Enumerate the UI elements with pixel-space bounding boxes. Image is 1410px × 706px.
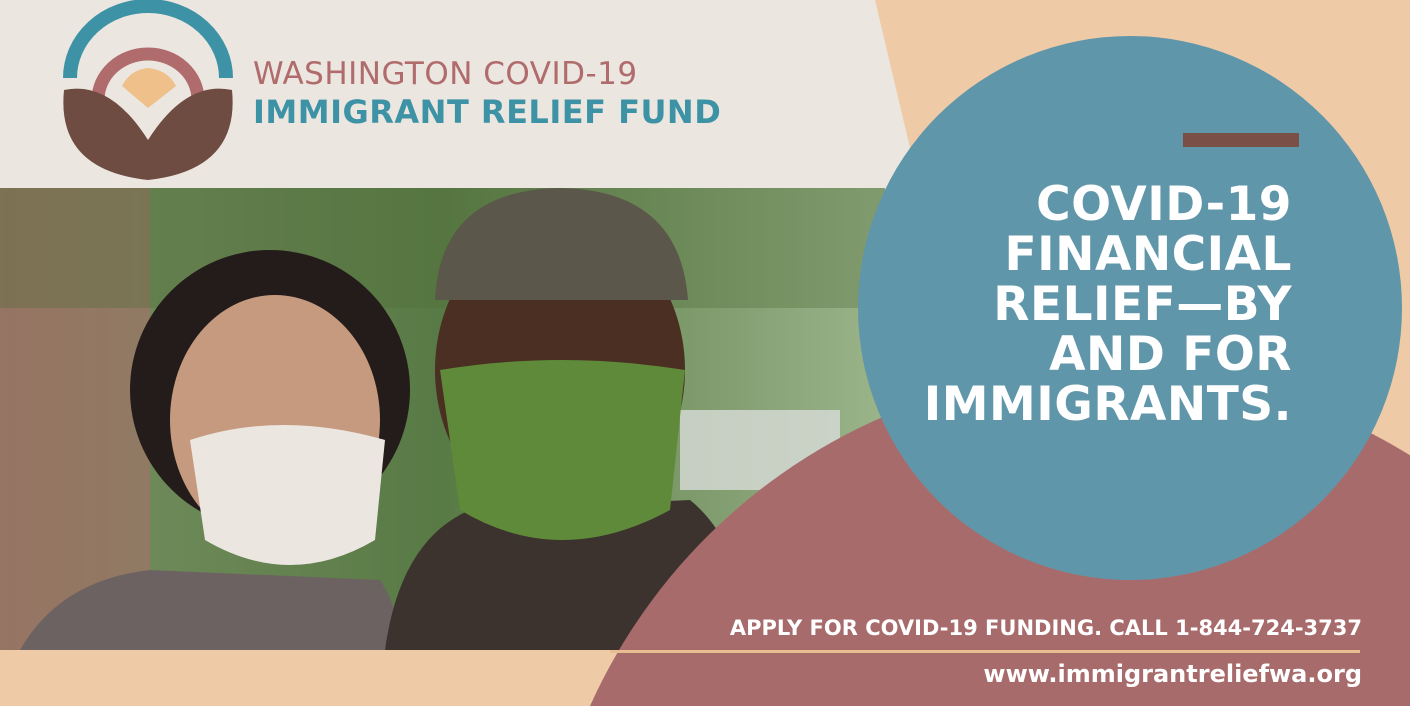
logo-title-line1: WASHINGTON COVID-19 <box>253 56 638 92</box>
headline-line: RELIEF—BY <box>993 277 1292 332</box>
accent-bar <box>1183 133 1299 147</box>
website-link[interactable]: www.immigrantreliefwa.org <box>983 660 1362 688</box>
apply-call-text: APPLY FOR COVID-19 FUNDING. CALL 1-844-7… <box>729 616 1362 640</box>
headline-line: FINANCIAL <box>1004 227 1292 282</box>
headline: COVID-19 FINANCIAL RELIEF—BY AND FOR IMM… <box>924 180 1292 430</box>
headline-line: AND FOR <box>1049 327 1292 382</box>
headline-line: IMMIGRANTS. <box>923 377 1292 432</box>
divider-line <box>610 650 1360 653</box>
peach-strip <box>0 650 600 706</box>
logo-title-line2: IMMIGRANT RELIEF FUND <box>253 93 722 131</box>
headline-line: COVID-19 <box>1036 177 1292 232</box>
